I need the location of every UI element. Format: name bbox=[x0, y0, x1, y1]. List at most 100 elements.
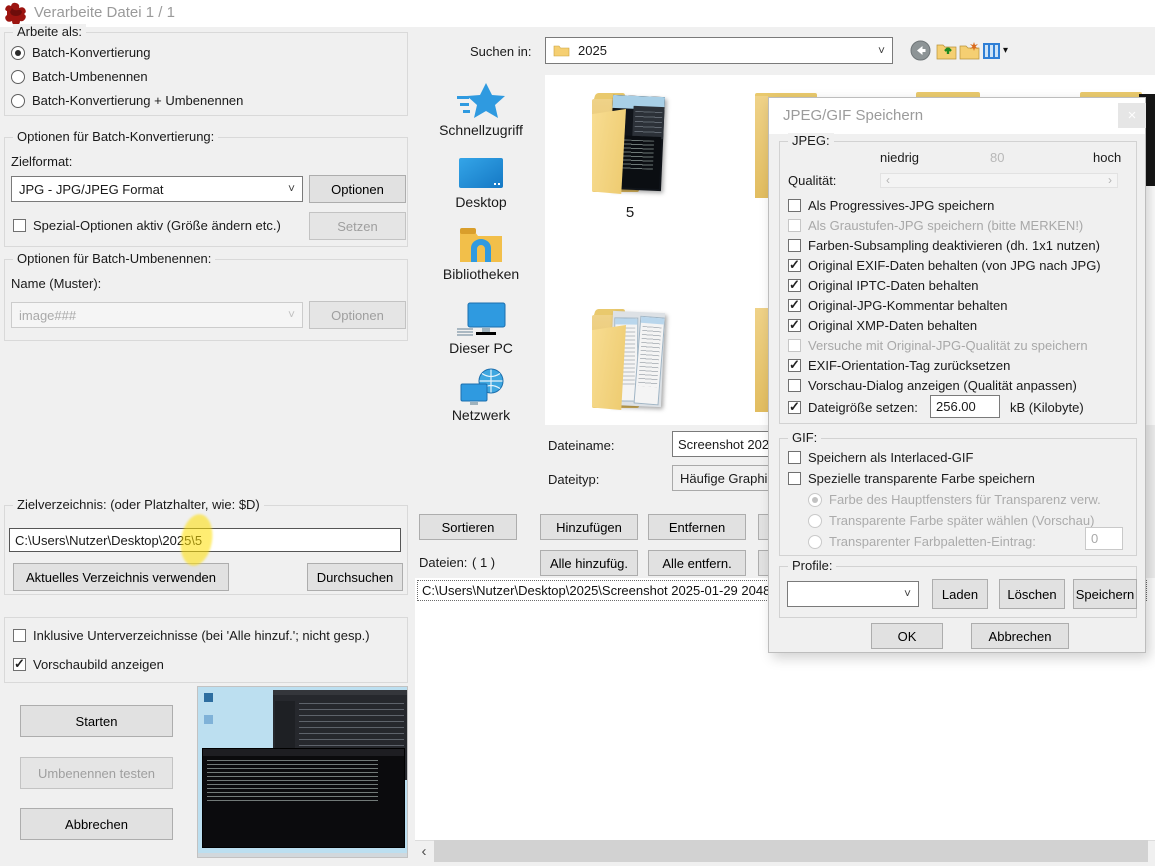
up-folder-icon[interactable] bbox=[936, 41, 957, 60]
jpeg-option-row: Farben-Subsampling deaktivieren (dh. 1x1… bbox=[788, 238, 1100, 253]
sidebar-network-icon[interactable] bbox=[455, 368, 507, 408]
name-pattern-select[interactable]: image### ˅ bbox=[11, 302, 303, 328]
group-jpeg-legend: JPEG: bbox=[788, 133, 834, 148]
folder-label: 5 bbox=[590, 204, 670, 221]
radio-label: Batch-Umbenennen bbox=[32, 69, 148, 84]
checkbox[interactable] bbox=[788, 239, 801, 252]
browse-button[interactable]: Durchsuchen bbox=[307, 563, 403, 591]
checkbox[interactable] bbox=[788, 219, 801, 232]
slider-right-arrow-icon[interactable]: › bbox=[1108, 174, 1112, 187]
radio-row-batch-conversion: Batch-Konvertierung bbox=[11, 45, 151, 60]
format-options-button[interactable]: Optionen bbox=[309, 175, 406, 203]
checkbox[interactable] bbox=[788, 199, 801, 212]
new-folder-icon[interactable] bbox=[959, 41, 980, 60]
preview-taskbar bbox=[198, 853, 407, 857]
use-current-dir-button[interactable]: Aktuelles Verzeichnis verwenden bbox=[13, 563, 229, 591]
folder-thumbnail-partial bbox=[755, 308, 768, 412]
test-rename-button[interactable]: Umbenennen testen bbox=[20, 757, 173, 789]
filesize-checkbox[interactable] bbox=[788, 401, 801, 414]
sidebar-desktop-icon[interactable] bbox=[458, 157, 504, 190]
checkbox-label: Spezielle transparente Farbe speichern bbox=[808, 471, 1035, 486]
filesize-input[interactable]: 256.00 bbox=[930, 395, 1000, 418]
scrollbar-thumb[interactable] bbox=[434, 840, 1148, 862]
radio[interactable] bbox=[808, 514, 822, 528]
checkbox[interactable] bbox=[788, 472, 801, 485]
include-subdirs-checkbox[interactable] bbox=[13, 629, 26, 642]
radio-label: Batch-Konvertierung bbox=[32, 45, 151, 60]
look-in-select[interactable]: 2025 ˅ bbox=[545, 37, 893, 64]
show-preview-checkbox[interactable] bbox=[13, 658, 26, 671]
radio-batch-conversion[interactable] bbox=[11, 46, 25, 60]
sidebar-libraries-icon[interactable] bbox=[458, 226, 504, 264]
quality-high-label: hoch bbox=[1093, 150, 1121, 165]
special-options-label: Spezial-Optionen aktiv (Größe ändern etc… bbox=[33, 218, 281, 233]
cancel-button[interactable]: Abbrechen bbox=[20, 808, 173, 840]
ok-button[interactable]: OK bbox=[871, 623, 943, 649]
name-pattern-label: Name (Muster): bbox=[11, 276, 101, 291]
target-format-label: Zielformat: bbox=[11, 154, 72, 169]
checkbox[interactable] bbox=[788, 299, 801, 312]
radio-batch-rename[interactable] bbox=[11, 70, 25, 84]
checkbox-label: EXIF-Orientation-Tag zurücksetzen bbox=[808, 358, 1010, 373]
remove-button[interactable]: Entfernen bbox=[648, 514, 746, 540]
folder-thumbnail[interactable] bbox=[590, 308, 670, 411]
look-in-value: 2025 bbox=[578, 43, 607, 58]
rename-options-button[interactable]: Optionen bbox=[309, 301, 406, 329]
folder-thumbnail-5[interactable] bbox=[590, 92, 670, 195]
set-button[interactable]: Setzen bbox=[309, 212, 406, 240]
radio-batch-both[interactable] bbox=[11, 94, 25, 108]
slider-left-arrow-icon[interactable]: ‹ bbox=[886, 174, 890, 187]
target-dir-input[interactable]: C:\Users\Nutzer\Desktop\2025\5 bbox=[9, 528, 401, 552]
add-all-button[interactable]: Alle hinzufüg. bbox=[540, 550, 638, 576]
views-menu-caret-icon[interactable]: ▾ bbox=[1003, 45, 1008, 56]
preview-desktop-icon bbox=[204, 715, 213, 724]
checkbox[interactable] bbox=[788, 319, 801, 332]
sidebar-this-pc-icon[interactable] bbox=[456, 302, 506, 338]
palette-index-value: 0 bbox=[1091, 531, 1098, 546]
jpeg-option-row: Original EXIF-Daten behalten (von JPG na… bbox=[788, 258, 1101, 273]
sidebar-item-this-pc[interactable]: Dieser PC bbox=[416, 340, 546, 356]
quality-slider[interactable]: ‹ › bbox=[880, 173, 1118, 188]
special-options-checkbox[interactable] bbox=[13, 219, 26, 232]
gif-radio-row: Transparente Farbe später wählen (Vorsch… bbox=[808, 513, 1094, 528]
profile-load-button[interactable]: Laden bbox=[932, 579, 988, 609]
dialog-cancel-button[interactable]: Abbrechen bbox=[971, 623, 1069, 649]
sidebar-item-desktop[interactable]: Desktop bbox=[416, 194, 546, 210]
profile-save-button[interactable]: Speichern bbox=[1073, 579, 1137, 609]
checkbox[interactable] bbox=[788, 279, 801, 292]
radio[interactable] bbox=[808, 493, 822, 507]
sort-button[interactable]: Sortieren bbox=[419, 514, 517, 540]
palette-index-input[interactable]: 0 bbox=[1085, 527, 1123, 550]
add-button[interactable]: Hinzufügen bbox=[540, 514, 638, 540]
back-button-icon[interactable] bbox=[910, 40, 931, 61]
checkbox[interactable] bbox=[788, 451, 801, 464]
folder-thumbnail-partial bbox=[755, 96, 768, 198]
sidebar-item-libraries[interactable]: Bibliotheken bbox=[416, 266, 546, 282]
dialog-titlebar[interactable]: JPEG/GIF Speichern × bbox=[769, 98, 1145, 134]
remove-all-button[interactable]: Alle entfern. bbox=[648, 550, 746, 576]
file-type-label: Dateityp: bbox=[548, 472, 599, 487]
checkbox[interactable] bbox=[788, 379, 801, 392]
views-icon[interactable] bbox=[983, 43, 1000, 59]
checkbox[interactable] bbox=[788, 359, 801, 372]
profile-delete-button[interactable]: Löschen bbox=[999, 579, 1065, 609]
jpeg-option-row: Original IPTC-Daten behalten bbox=[788, 278, 979, 293]
sidebar-quick-access-icon[interactable] bbox=[455, 82, 507, 122]
checkbox-label: Farben-Subsampling deaktivieren (dh. 1x1… bbox=[808, 238, 1100, 253]
sidebar-item-quick-access[interactable]: Schnellzugriff bbox=[416, 122, 546, 138]
checkbox[interactable] bbox=[788, 339, 801, 352]
profile-select[interactable]: ˅ bbox=[787, 581, 919, 607]
sidebar-item-network[interactable]: Netzwerk bbox=[416, 407, 546, 423]
radio-label: Transparente Farbe später wählen (Vorsch… bbox=[829, 513, 1094, 528]
radio[interactable] bbox=[808, 535, 822, 549]
target-format-select[interactable]: JPG - JPG/JPEG Format ˅ bbox=[11, 176, 303, 202]
radio-label: Transparenter Farbpaletten-Eintrag: bbox=[829, 534, 1036, 549]
checkbox-label: Original XMP-Daten behalten bbox=[808, 318, 977, 333]
group-rename-legend: Optionen für Batch-Umbenennen: bbox=[13, 251, 215, 266]
close-icon[interactable]: × bbox=[1118, 103, 1146, 128]
start-button[interactable]: Starten bbox=[20, 705, 173, 737]
group-jpeg: JPEG: niedrig 80 hoch Qualität: ‹ › Als … bbox=[779, 141, 1137, 424]
scroll-left-arrow-icon[interactable]: ‹ bbox=[415, 840, 433, 862]
checkbox[interactable] bbox=[788, 259, 801, 272]
checkbox-label: Original-JPG-Kommentar behalten bbox=[808, 298, 1007, 313]
